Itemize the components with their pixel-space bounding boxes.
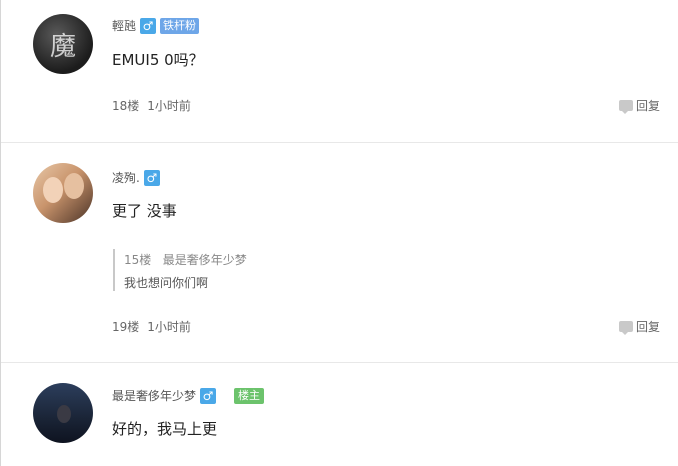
comment-thread: 魔 輕瓲 ♂ 铁杆粉 EMUI5 0吗？ 18楼 1小时前 回复 凌殉. ♂ 更了… [0,0,678,466]
comment-meta: 18楼 1小时前 [112,97,191,114]
user-info: 最是奢侈年少梦 ♂ 楼主 [112,387,265,404]
reply-label: 回复 [635,320,660,334]
reply-icon [618,100,633,114]
avatar-face [64,173,84,199]
username[interactable]: 最是奢侈年少梦 [112,387,196,404]
reply-button[interactable]: 回复 [618,97,660,114]
user-info: 輕瓲 ♂ 铁杆粉 [112,17,200,34]
male-icon: ♂ [140,17,157,34]
male-icon: ♂ [143,169,160,186]
avatar[interactable]: 魔 [33,14,93,74]
user-info: 凌殉. ♂ [112,169,160,186]
avatar[interactable] [33,383,93,443]
quote-text: 我也想问你们啊 [124,276,209,290]
comment-post: 魔 輕瓲 ♂ 铁杆粉 EMUI5 0吗？ 18楼 1小时前 回复 [1,0,678,143]
comment-post: 最是奢侈年少梦 ♂ 楼主 好的，我马上更 [1,363,678,466]
post-time: 1小时前 [147,99,191,113]
avatar-figure [57,405,71,423]
quote-meta: 15楼 最是奢侈年少梦 [124,251,247,268]
thread-host-badge: 楼主 [234,387,265,404]
comment-content: 更了 没事 [112,202,177,220]
quoted-reply: 15楼 最是奢侈年少梦 我也想问你们啊 [113,249,413,291]
reply-label: 回复 [635,99,660,113]
floor-number: 19楼 [112,320,140,334]
comment-post: 凌殉. ♂ 更了 没事 15楼 最是奢侈年少梦 我也想问你们啊 19楼 1小时前 … [1,143,678,363]
quote-author[interactable]: 最是奢侈年少梦 [163,253,247,267]
post-time: 1小时前 [147,320,191,334]
floor-number: 18楼 [112,99,140,113]
username[interactable]: 凌殉. [112,169,140,186]
fan-level-badge[interactable]: 铁杆粉 [160,17,200,34]
quote-floor: 15楼 [124,253,152,267]
comment-content: 好的，我马上更 [112,420,218,438]
avatar-glyph: 魔 [49,31,76,62]
reply-icon [618,321,633,335]
male-icon: ♂ [200,387,217,404]
avatar-face [43,177,63,203]
reply-button[interactable]: 回复 [618,318,660,335]
username[interactable]: 輕瓲 [112,17,136,34]
comment-meta: 19楼 1小时前 [112,318,191,335]
avatar[interactable] [33,163,93,223]
comment-content: EMUI5 0吗？ [112,51,204,69]
